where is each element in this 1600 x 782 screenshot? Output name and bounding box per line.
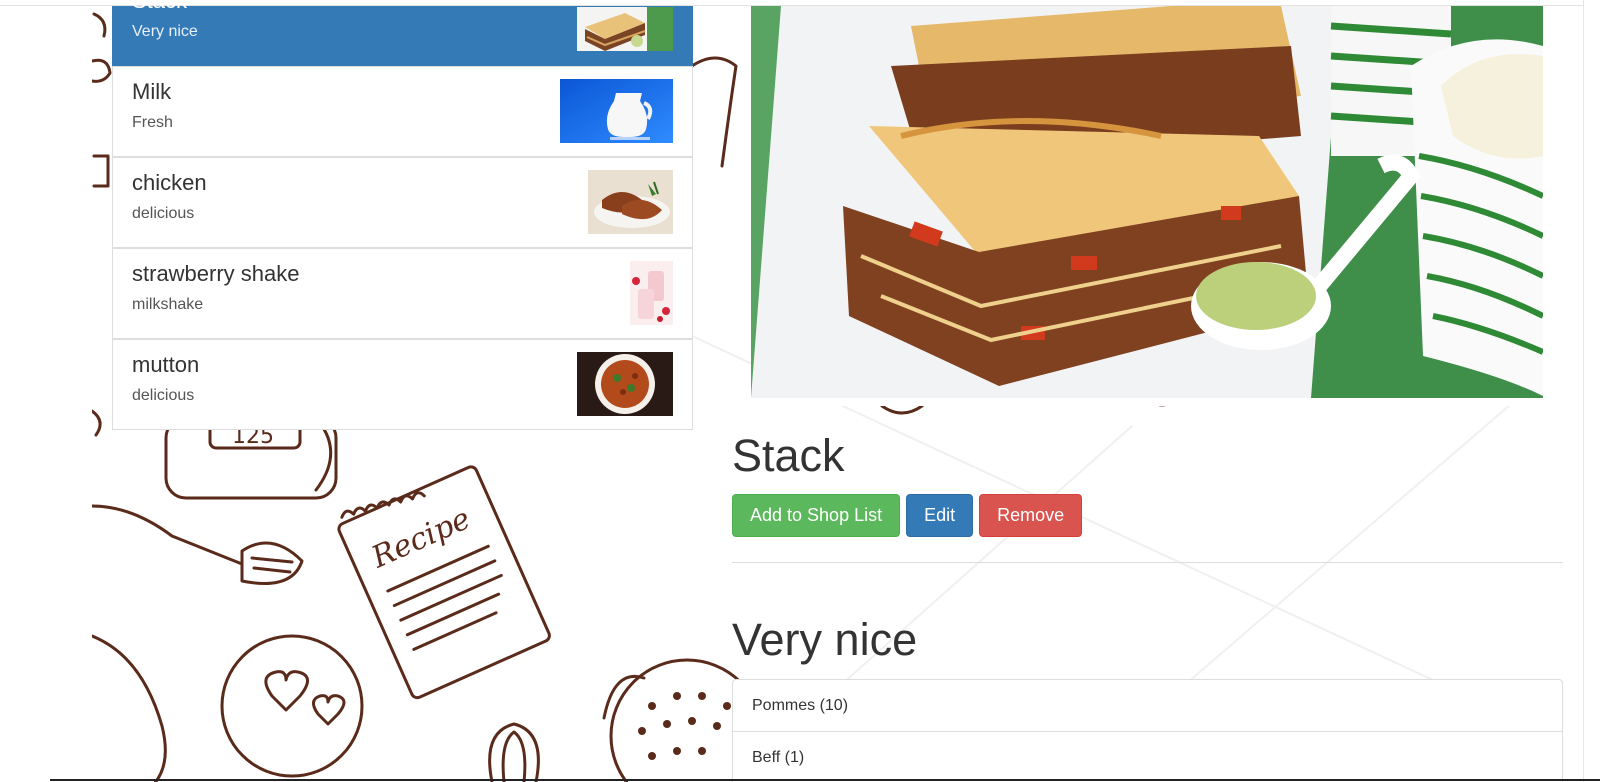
recipe-description: delicious (132, 205, 195, 222)
ingredient-item[interactable]: Beff (1) (732, 731, 1563, 782)
recipe-name: Stack (132, 0, 188, 13)
recipe-actions: Add to Shop List Edit Remove (732, 494, 1083, 538)
recipe-title: Stack (732, 430, 845, 481)
page-right-edge (1583, 0, 1600, 782)
recipe-list-item-chicken[interactable]: chicken delicious (112, 157, 693, 248)
recipe-list-item-milk[interactable]: Milk Fresh (112, 66, 693, 157)
svg-text:Recipe: Recipe (366, 501, 476, 576)
recipe-description-heading: Very nice (732, 614, 918, 665)
ingredient-item[interactable]: Pommes (10) (732, 679, 1563, 732)
lasagna-thumbnail (577, 7, 673, 51)
bottom-border (50, 779, 1600, 781)
milk-jug-thumbnail (560, 79, 673, 143)
recipe-list-item-stack[interactable]: Stack Very nice (112, 0, 693, 66)
section-divider (732, 562, 1563, 563)
recipe-list: Stack Very nice Milk Fresh chicken delic… (112, 0, 693, 430)
chicken-thumbnail (588, 170, 673, 234)
edit-button[interactable]: Edit (906, 494, 974, 537)
mutton-curry-thumbnail (577, 352, 673, 416)
milkshake-thumbnail (630, 261, 673, 325)
recipe-name: strawberry shake (132, 261, 300, 286)
add-to-shop-list-button[interactable]: Add to Shop List (732, 494, 901, 537)
recipe-name: Milk (132, 79, 172, 104)
recipe-name: mutton (132, 352, 200, 377)
recipe-description: Very nice (132, 23, 198, 40)
recipe-description: milkshake (132, 296, 204, 313)
recipe-description: Fresh (132, 114, 173, 131)
recipe-detail-image (751, 6, 1543, 406)
recipe-description: delicious (132, 387, 195, 404)
recipe-list-item-strawberry-shake[interactable]: strawberry shake milkshake (112, 248, 693, 339)
ingredient-list: Pommes (10) Beff (1) (732, 679, 1563, 782)
remove-button[interactable]: Remove (979, 494, 1083, 537)
recipe-list-item-mutton[interactable]: mutton delicious (112, 339, 693, 430)
recipe-name: chicken (132, 170, 207, 195)
